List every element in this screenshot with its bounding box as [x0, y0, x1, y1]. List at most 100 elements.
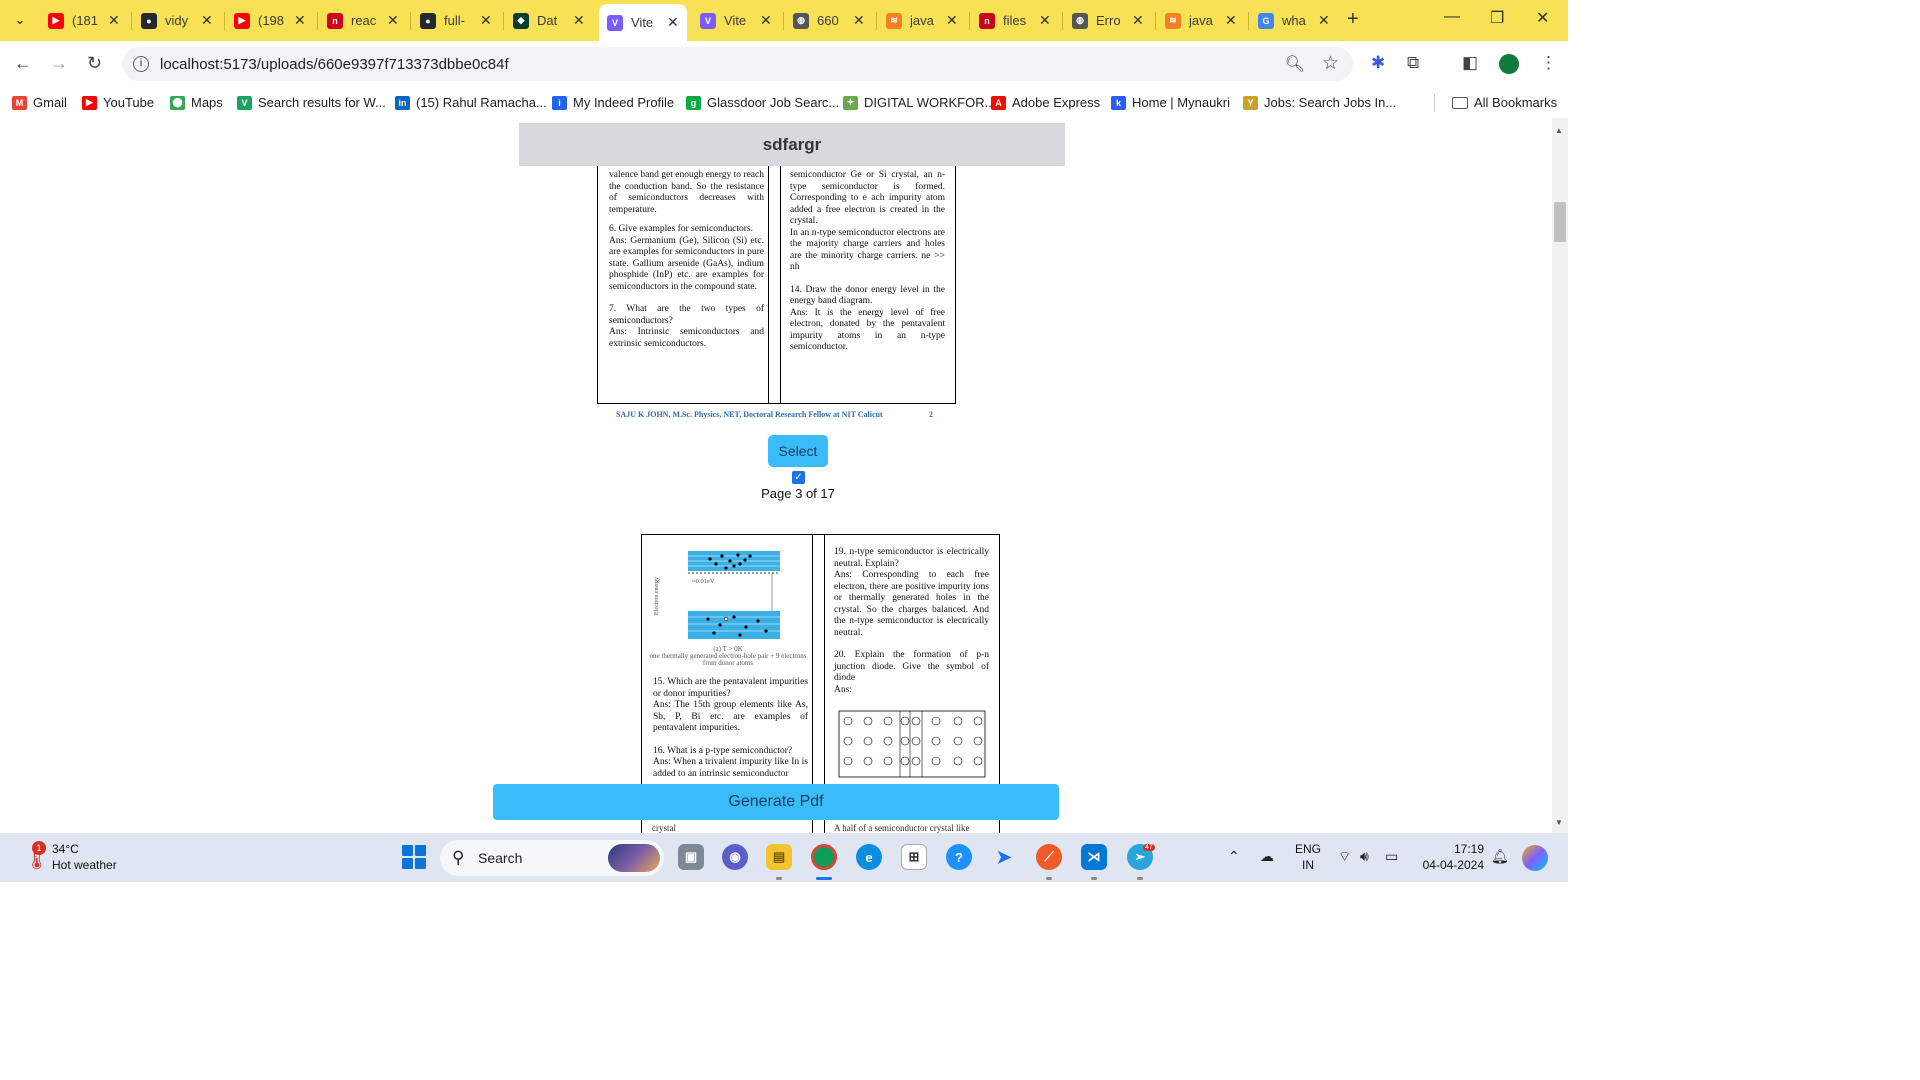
browser-tab[interactable]: V Vite ✕	[692, 6, 778, 35]
browser-tab[interactable]: ◆ Dat ✕	[505, 6, 591, 35]
new-tab-plus-icon[interactable]: +	[1347, 8, 1359, 31]
browser-tab[interactable]: ▶ (181 ✕	[40, 6, 126, 35]
wifi-icon[interactable]: ⌔	[1338, 848, 1351, 866]
browser-tab[interactable]: Gwha ✕	[1250, 6, 1336, 35]
close-tab-icon[interactable]: ✕	[108, 12, 120, 29]
close-window-icon[interactable]: ✕	[1536, 8, 1549, 28]
close-tab-icon[interactable]: ✕	[573, 12, 585, 29]
restore-icon[interactable]: ❐	[1490, 8, 1504, 28]
minimize-icon[interactable]: —	[1444, 8, 1460, 26]
windows-start-icon[interactable]	[402, 845, 426, 869]
address-bar[interactable]: i localhost:5173/uploads/660e9397f713373…	[122, 47, 1353, 81]
close-tab-icon[interactable]: ✕	[387, 12, 399, 29]
chevron-up-icon[interactable]: ⌃	[1228, 848, 1240, 865]
browser-tab[interactable]: ◍ Erro ✕	[1064, 6, 1150, 35]
menu-kebab-icon[interactable]: ⋮	[1540, 53, 1557, 73]
close-tab-icon[interactable]: ✕	[1225, 12, 1237, 29]
site-info-icon[interactable]: i	[133, 56, 149, 72]
system-clock[interactable]: 17:19 04-04-2024	[1418, 841, 1484, 873]
close-tab-icon[interactable]: ✕	[946, 12, 958, 29]
browser-tab[interactable]: V Vite ✕	[599, 4, 687, 41]
bookmark-item[interactable]: in (15) Rahul Ramacha...	[395, 95, 547, 110]
side-panel-icon[interactable]: ◧	[1462, 53, 1478, 73]
close-tab-icon[interactable]: ✕	[667, 14, 679, 31]
notification-bell-icon[interactable]: 🔔︎	[1491, 848, 1509, 865]
browser-tab[interactable]: n reac ✕	[319, 6, 405, 35]
bookmark-item[interactable]: ▶ YouTube	[82, 95, 154, 110]
help-icon[interactable]: ?	[946, 844, 972, 870]
browser-tab[interactable]: ◍ 660 ✕	[785, 6, 871, 35]
browser-tab[interactable]: ● full- ✕	[412, 6, 498, 35]
all-bookmarks[interactable]: All Bookmarks	[1452, 95, 1557, 110]
close-tab-icon[interactable]: ✕	[853, 12, 865, 29]
generate-pdf-button[interactable]: Generate Pdf	[493, 784, 1059, 820]
forward-arrow-icon[interactable]: →	[50, 53, 68, 74]
task-view-icon[interactable]: ▣	[678, 844, 704, 870]
bookmark-item[interactable]: Y Jobs: Search Jobs In...	[1243, 95, 1396, 110]
stackoverflow-icon: ≋	[1165, 12, 1181, 29]
language-indicator[interactable]: ENG IN	[1295, 841, 1321, 873]
page-select-checkbox[interactable]: ✓	[792, 471, 805, 484]
search-highlight-image	[608, 844, 660, 872]
zoom-icon[interactable]: 🔍︎	[1285, 54, 1305, 74]
close-tab-icon[interactable]: ✕	[480, 12, 492, 29]
close-tab-icon[interactable]: ✕	[201, 12, 213, 29]
file-explorer-icon[interactable]: ▤	[766, 844, 792, 870]
select-button[interactable]: Select	[768, 435, 828, 467]
bookmark-item[interactable]: g Glassdoor Job Searc...	[686, 95, 839, 110]
browser-tab[interactable]: ● vidy ✕	[133, 6, 219, 35]
bookmark-label: Adobe Express	[1012, 95, 1101, 110]
copilot-icon[interactable]	[1522, 845, 1548, 871]
scroll-up-icon[interactable]: ▲	[1555, 126, 1563, 135]
vscode-insiders-icon[interactable]: ➤	[991, 844, 1017, 870]
bookmark-item[interactable]: ✦ DIGITAL WORKFOR...	[843, 95, 995, 110]
scroll-down-icon[interactable]: ▼	[1555, 818, 1563, 827]
answer: Ans: Germanium (Ge), Silicon (Si) etc. a…	[609, 235, 764, 292]
back-arrow-icon[interactable]: ←	[14, 53, 32, 74]
right-column-text: 19. n-type semiconductor is electrically…	[834, 547, 989, 700]
bookmark-item[interactable]: V Search results for W...	[237, 95, 386, 110]
bookmark-item[interactable]: i My Indeed Profile	[552, 95, 674, 110]
bookmark-item[interactable]: A Adobe Express	[991, 95, 1100, 110]
taskbar-search-box[interactable]: ⚲ Search	[440, 840, 664, 876]
chrome-icon[interactable]	[811, 844, 837, 870]
profile-avatar[interactable]	[1499, 54, 1519, 74]
bookmark-star-icon[interactable]: ☆	[1322, 52, 1339, 75]
close-tab-icon[interactable]: ✕	[1318, 12, 1330, 29]
bookmarks-separator	[1434, 94, 1435, 112]
page-scrollbar[interactable]: ▲ ▼	[1552, 118, 1568, 833]
browser-tab[interactable]: ▶ (198 ✕	[226, 6, 312, 35]
browser-tab[interactable]: n files ✕	[971, 6, 1057, 35]
tab-title: vidy	[165, 13, 189, 28]
close-tab-icon[interactable]: ✕	[1132, 12, 1144, 29]
close-tab-icon[interactable]: ✕	[294, 12, 306, 29]
url-text[interactable]: localhost:5173/uploads/660e9397f713373db…	[160, 56, 509, 73]
close-tab-icon[interactable]: ✕	[1039, 12, 1051, 29]
reload-icon[interactable]: ↻	[87, 53, 102, 74]
volume-icon[interactable]: 🔊︎	[1360, 848, 1369, 865]
browser-tab[interactable]: ≋ java ✕	[1157, 6, 1243, 35]
edge-icon[interactable]: e	[856, 844, 882, 870]
tab-search-chevron-icon[interactable]: ⌄	[8, 8, 32, 32]
store-icon[interactable]: ⊞	[901, 844, 927, 870]
bookmark-item[interactable]: M Gmail	[12, 95, 67, 110]
bookmark-item[interactable]: ⬤ Maps	[170, 95, 223, 110]
tab-separator	[1248, 12, 1249, 30]
meet-camera-icon[interactable]: ◉	[722, 844, 748, 870]
browser-tab[interactable]: ≋ java ✕	[878, 6, 964, 35]
extensions-puzzle-icon[interactable]: ⧉	[1407, 53, 1419, 73]
bookmark-label: Maps	[191, 95, 223, 110]
vscode-icon[interactable]: ⋊	[1081, 844, 1107, 870]
running-indicator	[1137, 877, 1143, 880]
cloud-offline-icon[interactable]: ☁	[1260, 848, 1274, 865]
diagram-caption: (a) T > 0K one thermally generated elect…	[648, 646, 808, 667]
question: 6. Give examples for semiconductors.	[609, 224, 754, 234]
scrollbar-thumb[interactable]	[1554, 202, 1566, 242]
n-icon: n	[327, 12, 343, 29]
close-tab-icon[interactable]: ✕	[760, 12, 772, 29]
extension-icon[interactable]: ✱	[1371, 53, 1385, 73]
postman-icon[interactable]: ⟋	[1036, 844, 1062, 870]
battery-icon[interactable]: ▭	[1385, 848, 1398, 865]
browser-toolbar: ← → ↻ i localhost:5173/uploads/660e9397f…	[0, 41, 1568, 88]
bookmark-item[interactable]: k Home | Mynaukri	[1111, 95, 1230, 110]
